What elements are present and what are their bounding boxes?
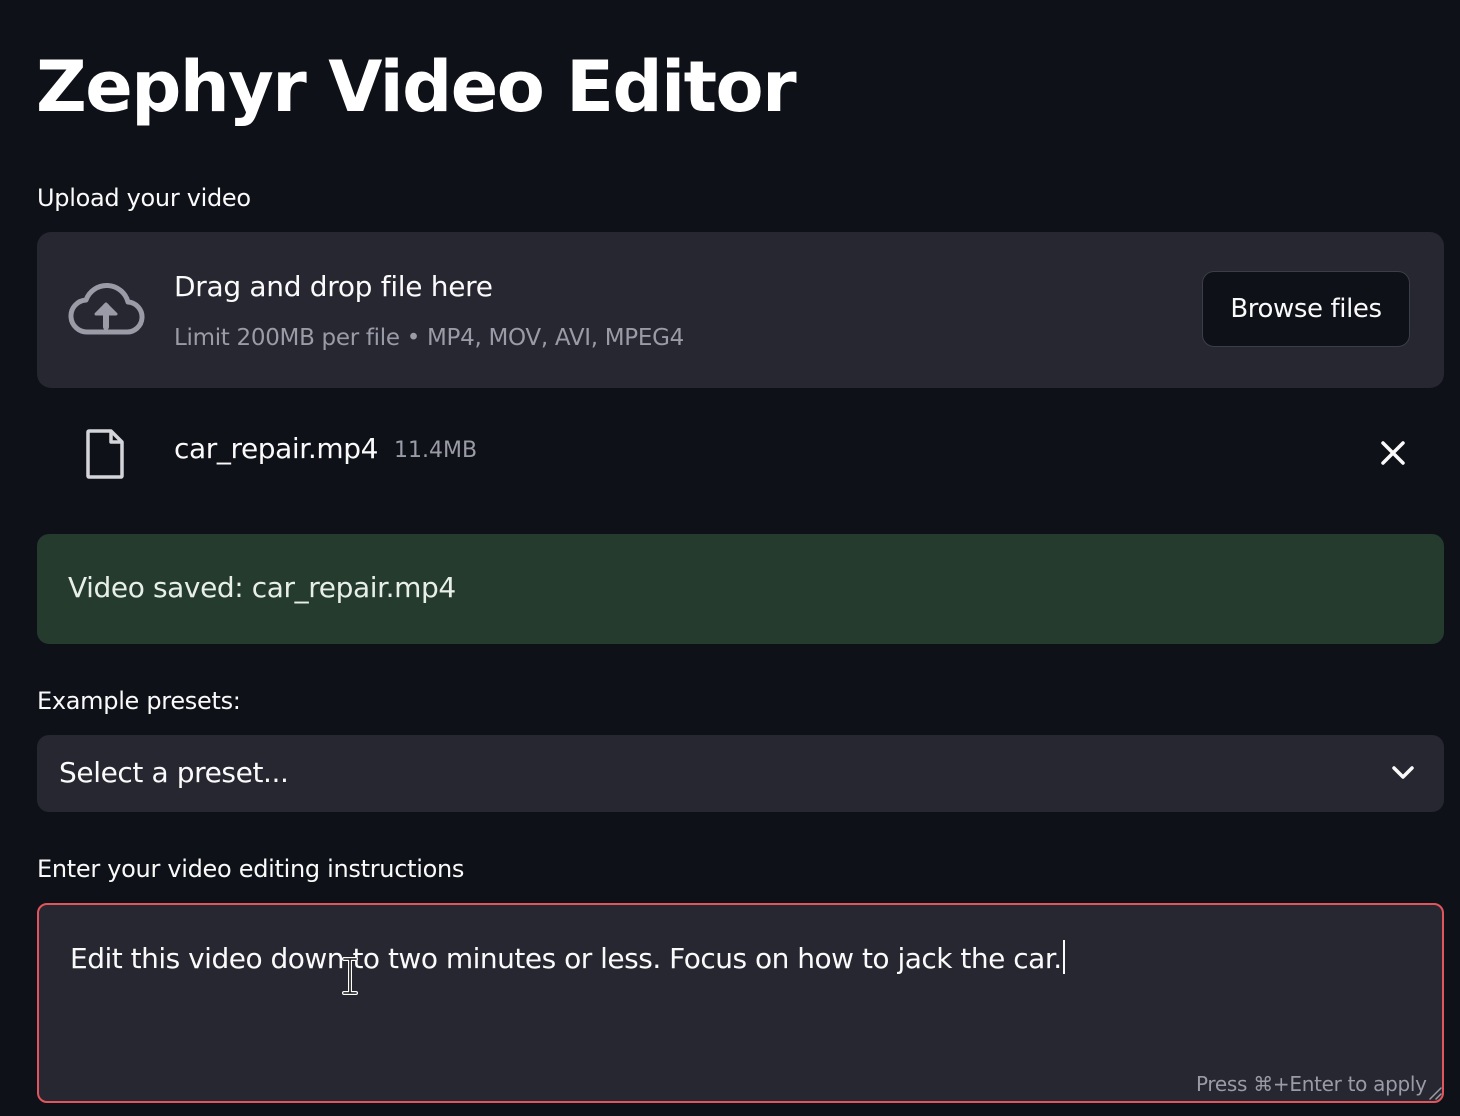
instructions-text: Edit this video down to two minutes or l… (70, 940, 1065, 975)
chevron-down-icon (1392, 766, 1414, 779)
instructions-value: Edit this video down to two minutes or l… (70, 942, 1062, 975)
page-title: Zephyr Video Editor (36, 46, 797, 128)
success-message: Video saved: car_repair.mp4 (68, 571, 456, 604)
text-caret (1062, 940, 1065, 974)
dropzone-title: Drag and drop file here (174, 270, 493, 303)
app-page: Zephyr Video Editor Upload your video Dr… (0, 0, 1460, 1116)
apply-hint: Press ⌘+Enter to apply (1196, 1072, 1427, 1096)
browse-files-button[interactable]: Browse files (1202, 271, 1410, 347)
presets-label: Example presets: (37, 687, 241, 715)
dropzone-limit-text: Limit 200MB per file • MP4, MOV, AVI, MP… (174, 325, 684, 351)
uploaded-file-size: 11.4MB (394, 438, 478, 463)
upload-label: Upload your video (37, 184, 251, 212)
preset-select-value: Select a preset... (59, 756, 289, 789)
cloud-upload-icon (68, 282, 145, 335)
text-cursor-icon (342, 957, 358, 995)
resize-handle-icon[interactable] (1428, 1086, 1442, 1100)
close-icon (1381, 441, 1405, 465)
file-icon (86, 429, 124, 479)
instructions-label: Enter your video editing instructions (37, 855, 465, 883)
uploaded-file-name: car_repair.mp4 (174, 432, 379, 465)
remove-file-button[interactable] (1372, 432, 1414, 474)
